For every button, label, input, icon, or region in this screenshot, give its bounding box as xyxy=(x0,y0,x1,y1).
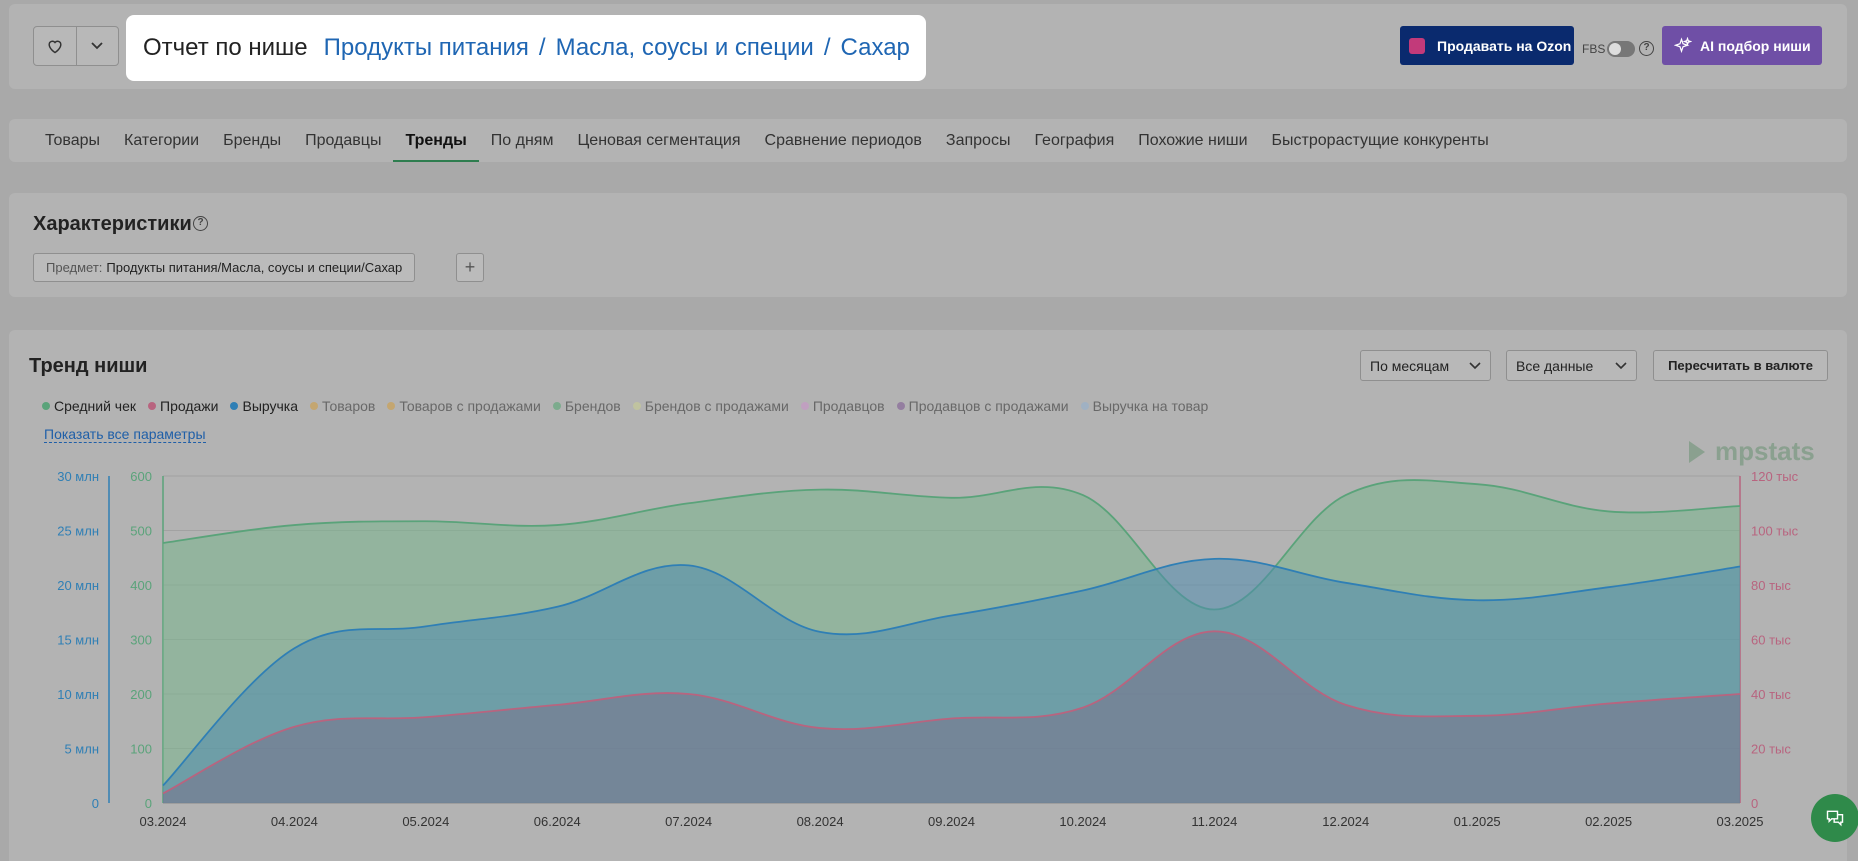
ai-niche-button[interactable]: AI подбор ниши xyxy=(1662,26,1822,65)
trend-chart: 0 5 млн 10 млн 15 млн 20 млн 25 млн 30 млн 0 100… xyxy=(57,469,1799,829)
trend-panel: Тренд ниши По месяцам Все данные Пересчи… xyxy=(9,330,1847,861)
x-tick-label: 01.2025 xyxy=(1454,814,1501,829)
sales-tick-label: 0 xyxy=(1751,796,1758,811)
characteristics-title: Характеристики xyxy=(33,213,192,235)
sales-tick-label: 60 тыс xyxy=(1751,633,1791,648)
page-title: Отчет по нише Продукты питания / Масла, … xyxy=(126,15,926,81)
tab-period-comparison[interactable]: Сравнение периодов xyxy=(753,119,934,162)
x-tick-label: 03.2024 xyxy=(140,814,187,829)
fbs-label: FBS xyxy=(1582,42,1606,56)
tab-fast-growing-competitors[interactable]: Быстрорастущие конкуренты xyxy=(1260,119,1501,162)
breadcrumb-link-oils[interactable]: Масла, соусы и специи xyxy=(556,34,814,62)
avg-check-tick-label: 100 xyxy=(130,742,152,757)
x-tick-label: 10.2024 xyxy=(1059,814,1106,829)
tab-price-segmentation[interactable]: Ценовая сегментация xyxy=(565,119,752,162)
add-filter-button[interactable]: + xyxy=(456,253,484,282)
help-icon[interactable]: ? xyxy=(1639,41,1654,56)
tab-geography[interactable]: География xyxy=(1022,119,1126,162)
x-tick-label: 04.2024 xyxy=(271,814,318,829)
fbs-toggle[interactable] xyxy=(1607,41,1635,57)
favorite-group xyxy=(33,26,119,66)
avg-check-tick-label: 300 xyxy=(130,633,152,648)
tab-brands[interactable]: Бренды xyxy=(211,119,293,162)
tab-sellers[interactable]: Продавцы xyxy=(293,119,393,162)
sell-on-ozon-button[interactable]: Продавать на Ozon xyxy=(1400,26,1574,65)
chat-button[interactable] xyxy=(1811,794,1858,842)
avg-check-tick-label: 500 xyxy=(130,524,152,539)
breadcrumb-separator: / xyxy=(823,34,831,61)
tabs-row: Товары Категории Бренды Продавцы Тренды … xyxy=(33,119,1501,162)
report-title: Отчет по нише xyxy=(143,34,308,61)
sales-tick-label: 120 тыс xyxy=(1751,469,1799,484)
breadcrumb-link-sugar[interactable]: Сахар xyxy=(841,34,910,62)
avg-check-tick-label: 200 xyxy=(130,687,152,702)
chip-key: Предмет: xyxy=(46,260,103,275)
favorite-dropdown-button[interactable] xyxy=(75,27,119,65)
tab-categories[interactable]: Категории xyxy=(112,119,211,162)
chat-icon xyxy=(1826,810,1844,827)
ai-button-label: AI подбор ниши xyxy=(1700,37,1811,54)
x-tick-label: 09.2024 xyxy=(928,814,975,829)
tab-products[interactable]: Товары xyxy=(33,119,112,162)
x-tick-label: 02.2025 xyxy=(1585,814,1632,829)
breadcrumb-link-food[interactable]: Продукты питания xyxy=(324,34,529,62)
revenue-tick-label: 10 млн xyxy=(57,687,99,702)
revenue-tick-label: 20 млн xyxy=(57,578,99,593)
revenue-tick-label: 5 млн xyxy=(64,742,99,757)
avg-check-tick-label: 600 xyxy=(130,469,152,484)
revenue-tick-label: 30 млн xyxy=(57,469,99,484)
revenue-tick-label: 15 млн xyxy=(57,633,99,648)
characteristics-panel: Характеристики ? Предмет: Продукты питан… xyxy=(9,193,1847,297)
tab-queries[interactable]: Запросы xyxy=(934,119,1023,162)
tabs-bar: Товары Категории Бренды Продавцы Тренды … xyxy=(9,119,1847,162)
x-tick-label: 07.2024 xyxy=(665,814,712,829)
sales-tick-label: 40 тыс xyxy=(1751,687,1791,702)
x-tick-label: 08.2024 xyxy=(797,814,844,829)
avg-check-tick-label: 0 xyxy=(145,796,152,811)
sales-tick-label: 100 тыс xyxy=(1751,524,1799,539)
subject-filter-chip[interactable]: Предмет: Продукты питания/Масла, соусы и… xyxy=(33,253,416,282)
x-tick-label: 03.2025 xyxy=(1717,814,1764,829)
sparkle-icon xyxy=(1674,36,1692,53)
revenue-tick-label: 0 xyxy=(92,796,99,811)
tab-trends[interactable]: Тренды xyxy=(393,119,480,162)
ozon-button-label: Продавать на Ozon xyxy=(1437,37,1572,54)
x-tick-label: 12.2024 xyxy=(1322,814,1369,829)
revenue-tick-label: 25 млн xyxy=(57,524,99,539)
avg-check-tick-label: 400 xyxy=(130,578,152,593)
sales-tick-label: 20 тыс xyxy=(1751,742,1791,757)
ozon-logo-icon xyxy=(1409,37,1425,54)
tab-similar-niches[interactable]: Похожие ниши xyxy=(1126,119,1259,162)
x-tick-label: 06.2024 xyxy=(534,814,581,829)
tab-by-days[interactable]: По дням xyxy=(479,119,566,162)
breadcrumb-separator: / xyxy=(538,34,546,61)
chip-value: Продукты питания/Масла, соусы и специи/С… xyxy=(106,260,403,275)
toggle-knob xyxy=(1609,43,1621,55)
help-icon[interactable]: ? xyxy=(193,216,208,231)
x-tick-label: 05.2024 xyxy=(402,814,449,829)
sales-tick-label: 80 тыс xyxy=(1751,578,1791,593)
x-tick-label: 11.2024 xyxy=(1191,814,1237,829)
header-bar: Отчет по нише Продукты питания / Масла, … xyxy=(9,4,1847,89)
heart-icon xyxy=(48,40,62,54)
chevron-down-icon xyxy=(91,42,103,50)
favorite-button[interactable] xyxy=(34,27,76,65)
